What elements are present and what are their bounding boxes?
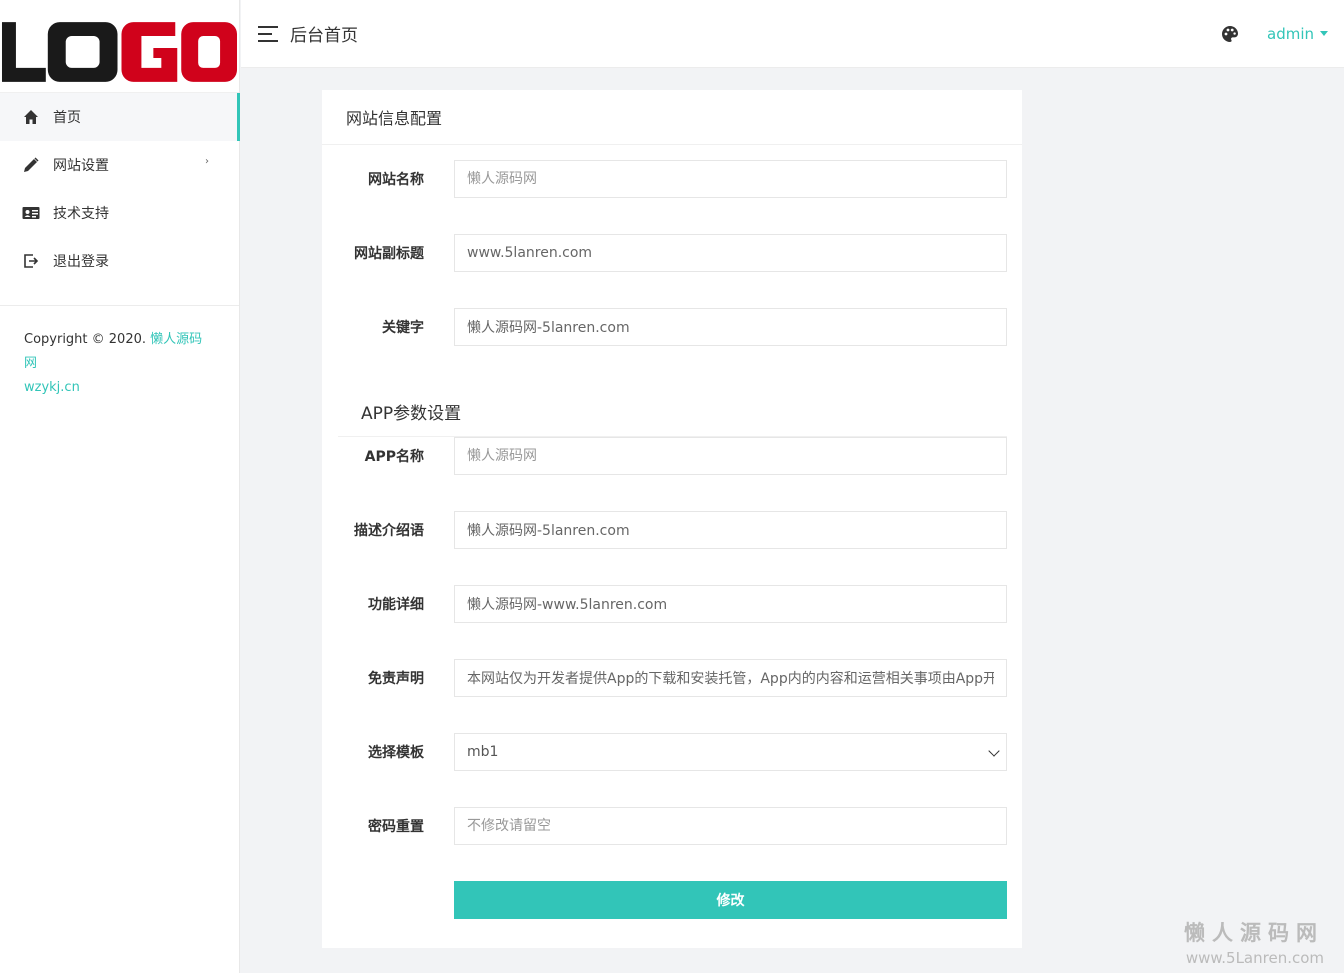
home-icon [22, 108, 40, 126]
form-row-password: 密码重置 [322, 807, 1022, 845]
sidebar-item-label: 网站设置 [53, 158, 109, 174]
section-title-app: APP参数设置 [361, 404, 462, 424]
page-title: 后台首页 [290, 26, 358, 46]
sidebar-item-home[interactable]: 首页 [0, 93, 240, 141]
card-title: 网站信息配置 [322, 90, 1022, 145]
form-row-app-name: APP名称 [322, 437, 1022, 475]
field-label: 描述介绍语 [354, 523, 424, 539]
form-row-features: 功能详细 [322, 585, 1022, 623]
field-label: 选择模板 [368, 745, 424, 761]
sidebar-nav: 首页 网站设置 › 技术支持 退出登录 [0, 92, 240, 285]
user-menu[interactable]: admin [1267, 25, 1328, 43]
disclaimer-input[interactable] [454, 659, 1007, 697]
template-select[interactable]: mb1 [454, 733, 1007, 771]
watermark: 懒人源码网 www.5Lanren.com [1184, 917, 1324, 967]
password-reset-input[interactable] [454, 807, 1007, 845]
copyright-link-domain[interactable]: wzykj.cn [24, 380, 80, 395]
site-name-input[interactable] [454, 160, 1007, 198]
field-label: 功能详细 [368, 597, 424, 613]
palette-icon[interactable] [1221, 25, 1239, 43]
copyright: Copyright © 2020. 懒人源码网 wzykj.cn [0, 306, 239, 422]
form-row-template: 选择模板 mb1 [322, 733, 1022, 771]
field-label: 免责声明 [368, 671, 424, 687]
menu-toggle-icon[interactable] [258, 25, 278, 42]
pencil-icon [22, 156, 40, 174]
app-name-input[interactable] [454, 437, 1007, 475]
field-label: 关键字 [382, 320, 424, 336]
form-row-description: 描述介绍语 [322, 511, 1022, 549]
sidebar-item-tech-support[interactable]: 技术支持 [0, 189, 239, 237]
form-row-site-subtitle: 网站副标题 [322, 234, 1022, 272]
description-input[interactable] [454, 511, 1007, 549]
logout-icon [22, 252, 40, 270]
field-label: 密码重置 [368, 819, 424, 835]
sidebar-item-logout[interactable]: 退出登录 [0, 237, 239, 285]
topbar-right: admin [1221, 25, 1328, 43]
sidebar-item-label: 首页 [53, 110, 81, 126]
chevron-right-icon: › [205, 156, 209, 167]
site-subtitle-input[interactable] [454, 234, 1007, 272]
form-row-keywords: 关键字 [322, 308, 1022, 346]
features-input[interactable] [454, 585, 1007, 623]
watermark-en: www.5Lanren.com [1185, 949, 1324, 967]
sidebar-item-site-settings[interactable]: 网站设置 › [0, 141, 239, 189]
sidebar-item-label: 退出登录 [53, 254, 109, 270]
caret-down-icon [1320, 31, 1328, 36]
field-label: APP名称 [364, 449, 424, 465]
logo[interactable] [0, 0, 239, 92]
submit-button[interactable]: 修改 [454, 881, 1007, 919]
field-label: 网站名称 [368, 172, 424, 188]
sidebar-item-label: 技术支持 [53, 206, 109, 222]
logo-image [1, 22, 238, 82]
topbar: 后台首页 admin [241, 0, 1344, 68]
sidebar: 首页 网站设置 › 技术支持 退出登录 Copyright © 2020. 懒人… [0, 0, 240, 973]
id-card-icon [22, 204, 40, 222]
user-name: admin [1267, 24, 1314, 43]
copyright-text: Copyright © 2020. [24, 332, 147, 347]
field-label: 网站副标题 [354, 246, 424, 262]
form-row-site-name: 网站名称 [322, 160, 1022, 198]
settings-card: 网站信息配置 网站名称 网站副标题 关键字 APP参数设置 APP名称 描述介绍… [322, 90, 1022, 948]
keywords-input[interactable] [454, 308, 1007, 346]
form-row-disclaimer: 免责声明 [322, 659, 1022, 697]
watermark-cn: 懒人源码网 [1184, 921, 1324, 945]
